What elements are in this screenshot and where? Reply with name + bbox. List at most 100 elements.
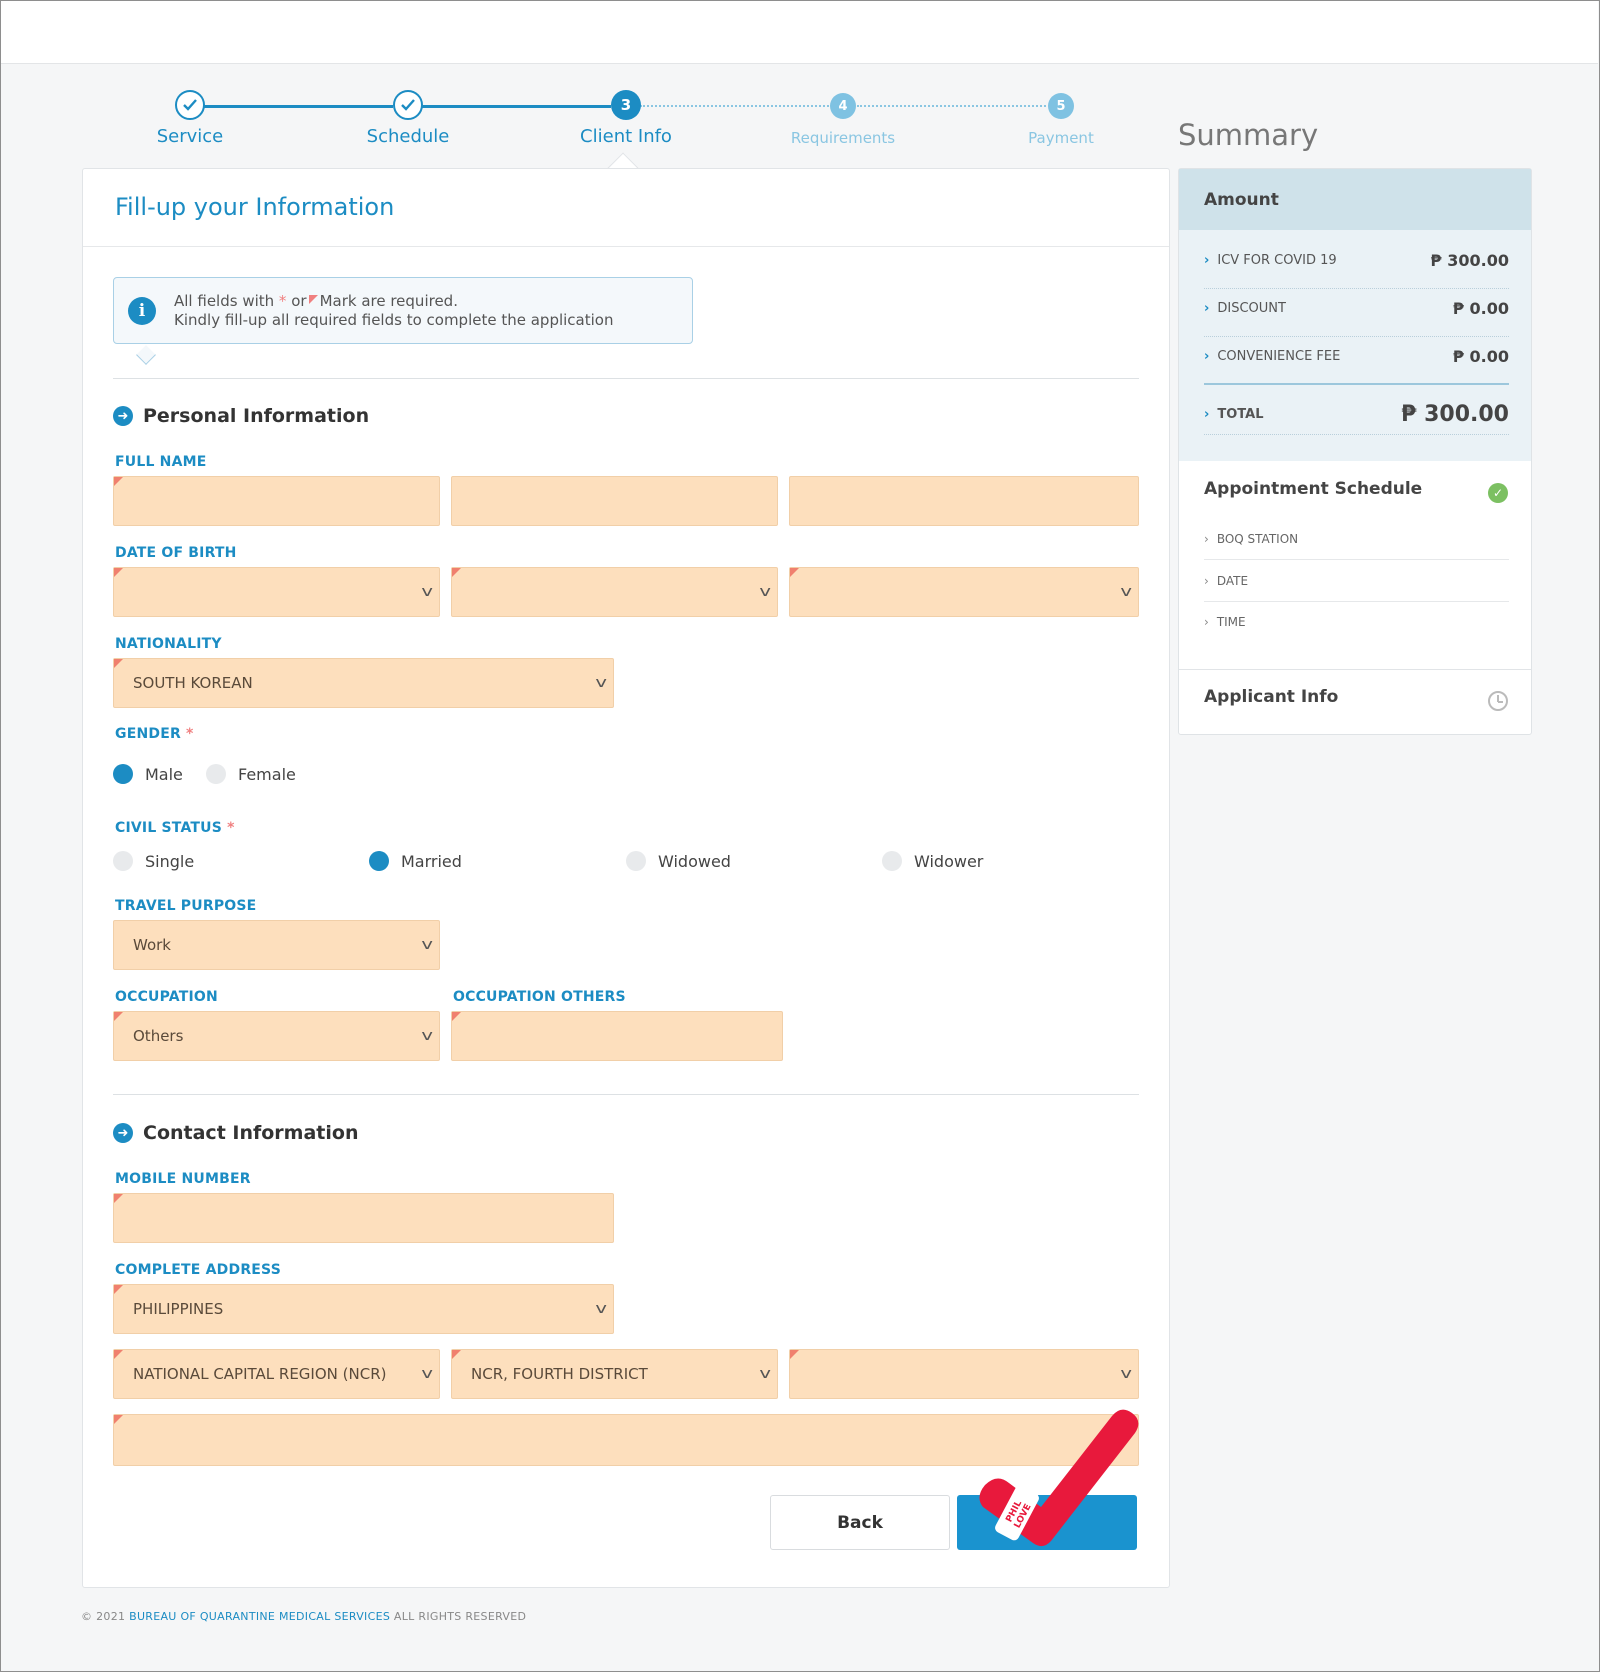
step-label-schedule[interactable]: Schedule [308,126,508,147]
client-info-form-card: Fill-up your Information i All fields wi… [82,168,1170,1588]
applicant-info-heading: Applicant Info [1204,687,1339,707]
required-flag-icon [114,1012,123,1021]
step-2-check-icon[interactable] [393,90,423,120]
divider [1204,559,1509,560]
required-flag-icon [452,568,461,577]
appointment-schedule-heading: Appointment Schedule [1204,479,1423,499]
dob-day-select[interactable]: v [451,567,778,617]
chevron-right-icon: › [1204,407,1210,422]
required-flag-icon [790,568,799,577]
chevron-down-icon: v [421,1028,433,1044]
chevron-right-icon: › [1204,301,1210,316]
dob-year-select[interactable]: v [789,567,1139,617]
civil-radio-single[interactable]: Single [113,851,194,871]
civil-radio-widowed[interactable]: Widowed [626,851,731,871]
chevron-down-icon: v [595,675,607,691]
footer-org-link[interactable]: BUREAU OF QUARANTINE MEDICAL SERVICES [129,1610,390,1623]
region-select[interactable]: NATIONAL CAPITAL REGION (NCR) v [113,1349,440,1399]
divider [113,1094,1139,1095]
chevron-right-icon: › [1204,615,1209,629]
travel-purpose-select[interactable]: Work v [113,920,440,970]
divider [113,378,1139,379]
chevron-down-icon: v [421,584,433,600]
clock-icon [1488,691,1508,711]
required-flag-icon [308,295,318,304]
chevron-down-icon: v [759,584,771,600]
step-connector [857,105,1046,107]
civil-radio-married[interactable]: Married [369,851,462,871]
first-name-input[interactable] [113,476,440,526]
occupation-others-input[interactable] [451,1011,783,1061]
required-flag-icon [452,1012,461,1021]
full-name-label: FULL NAME [115,454,207,470]
chevron-right-icon: › [1204,532,1209,546]
middle-name-input[interactable] [451,476,778,526]
dob-label: DATE OF BIRTH [115,545,237,561]
step-label-payment: Payment [1028,129,1094,147]
back-button[interactable]: Back [770,1495,950,1550]
required-flag-icon [114,1285,123,1294]
step-connector [422,105,611,108]
step-label-service[interactable]: Service [90,126,290,147]
travel-purpose-label: TRAVEL PURPOSE [115,898,257,914]
chevron-down-icon: v [1120,1366,1132,1382]
radio-empty-icon [206,764,226,784]
radio-selected-icon [113,764,133,784]
top-header-bar [1,1,1598,64]
gender-radio-female[interactable]: Female [206,764,296,784]
divider [1204,288,1509,289]
step-label-requirements: Requirements [790,129,896,147]
country-select[interactable]: PHILIPPINES v [113,1284,614,1334]
arrow-right-icon: ➜ [113,406,133,426]
step-1-check-icon[interactable] [175,90,205,120]
step-5-number: 5 [1048,93,1074,119]
civil-radio-widower[interactable]: Widower [882,851,983,871]
required-flag-icon [114,1350,123,1359]
required-flag-icon [114,659,123,668]
district-select[interactable]: NCR, FOURTH DISTRICT v [451,1349,778,1399]
contact-info-heading: ➜ Contact Information [113,1122,358,1144]
step-label-client-info: Client Info [580,126,672,147]
check-circle-icon: ✓ [1488,483,1508,503]
radio-selected-icon [369,851,389,871]
nationality-label: NATIONALITY [115,636,222,652]
chevron-right-icon: › [1204,253,1210,268]
arrow-right-icon: ➜ [113,1123,133,1143]
city-select[interactable]: v [789,1349,1139,1399]
civil-status-label: CIVIL STATUS * [115,820,235,836]
radio-empty-icon [626,851,646,871]
dob-month-select[interactable]: v [113,567,440,617]
summary-title: Summary [1178,118,1319,152]
required-flag-icon [452,1350,461,1359]
step-connector [640,105,829,107]
divider [1179,669,1531,670]
appointment-item-station: › BOQ STATION [1204,532,1299,546]
required-star-icon: * [278,292,287,310]
chevron-right-icon: › [1204,349,1210,364]
nationality-select[interactable]: SOUTH KOREAN v [113,658,614,708]
mobile-number-input[interactable] [113,1193,614,1243]
required-flag-icon [114,1415,123,1424]
required-star-icon: * [186,726,194,742]
chevron-down-icon: v [1120,584,1132,600]
chevron-down-icon: v [595,1301,607,1317]
gender-radio-male[interactable]: Male [113,764,183,784]
occupation-others-label: OCCUPATION OTHERS [453,989,626,1005]
info-icon: i [128,297,156,325]
fee-row-convenience: › CONVENIENCE FEE ₱ 0.00 [1204,347,1509,366]
last-name-input[interactable] [789,476,1139,526]
divider [1204,336,1509,337]
occupation-select[interactable]: Others v [113,1011,440,1061]
step-connector [204,105,393,108]
mobile-number-label: MOBILE NUMBER [115,1171,251,1187]
notice-line-1: All fields with * or Mark are required. [174,292,458,310]
appointment-item-date: › DATE [1204,574,1249,588]
philo-love-check-stamp: PHIL LOVE [975,1405,1145,1554]
step-3-number: 3 [611,90,641,120]
summary-panel: Amount › ICV FOR COVID 19 ₱ 300.00 › DISCO… [1178,168,1532,735]
amount-heading: Amount [1179,169,1531,230]
appointment-item-time: › TIME [1204,615,1246,629]
fee-row-total: › TOTAL ₱ 300.00 [1204,402,1509,427]
notice-tail [136,345,156,365]
personal-info-heading: ➜ Personal Information [113,405,369,427]
